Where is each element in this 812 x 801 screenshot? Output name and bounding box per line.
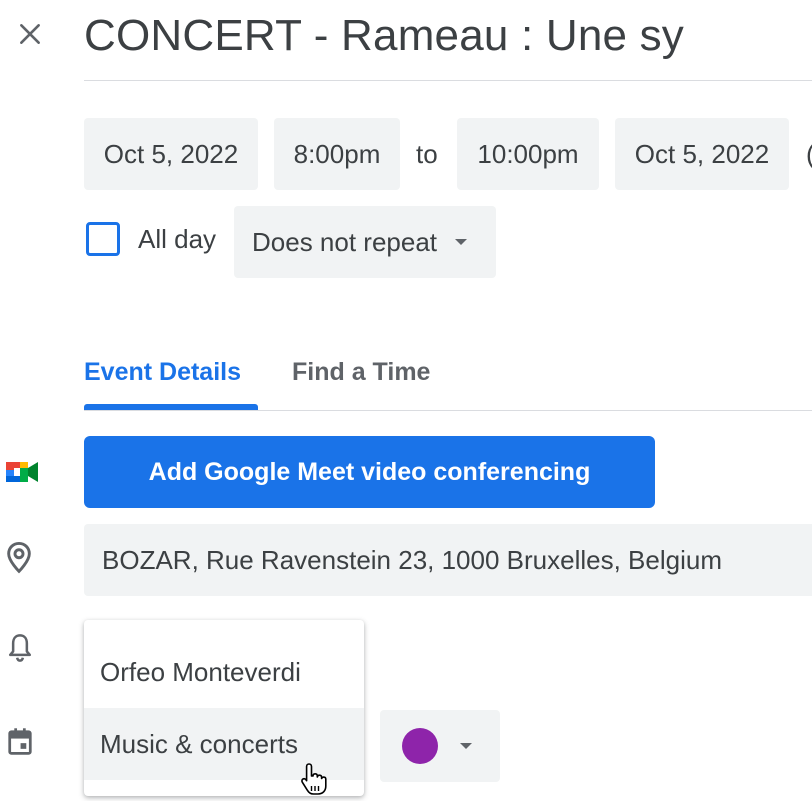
all-day-checkbox[interactable]	[86, 222, 120, 256]
menu-item-orfeo-monteverdi[interactable]: Orfeo Monteverdi	[84, 636, 364, 708]
tab-event-details[interactable]: Event Details	[84, 356, 241, 388]
close-button[interactable]	[6, 10, 54, 58]
location-pin-icon	[4, 541, 34, 580]
all-day-label: All day	[138, 224, 217, 254]
title-underline	[84, 80, 812, 81]
add-google-meet-button[interactable]: Add Google Meet video conferencing	[84, 436, 655, 508]
location-input[interactable]: BOZAR, Rue Ravenstein 23, 1000 Bruxelles…	[84, 524, 812, 596]
tab-find-a-time[interactable]: Find a Time	[292, 356, 430, 388]
chevron-down-icon	[460, 743, 472, 749]
event-color-picker[interactable]	[380, 710, 500, 782]
to-label: to	[416, 139, 438, 169]
bell-icon	[6, 632, 34, 669]
google-meet-icon	[6, 458, 40, 491]
event-title-input[interactable]: CONCERT - Rameau : Une sy	[84, 8, 684, 64]
tabs-divider	[84, 410, 812, 411]
end-time-chip[interactable]: 10:00pm	[457, 118, 599, 190]
close-icon	[20, 24, 40, 44]
chevron-down-icon	[455, 239, 468, 245]
repeat-value: Does not repeat	[252, 226, 438, 257]
calendar-icon	[6, 726, 34, 763]
end-date-chip[interactable]: Oct 5, 2022	[615, 118, 789, 190]
start-date-chip[interactable]: Oct 5, 2022	[84, 118, 258, 190]
color-swatch	[402, 728, 438, 764]
hand-pointer-cursor	[298, 762, 330, 801]
repeat-dropdown[interactable]: Does not repeat	[234, 206, 496, 278]
timezone-partial: (	[806, 118, 812, 190]
start-time-chip[interactable]: 8:00pm	[274, 118, 400, 190]
